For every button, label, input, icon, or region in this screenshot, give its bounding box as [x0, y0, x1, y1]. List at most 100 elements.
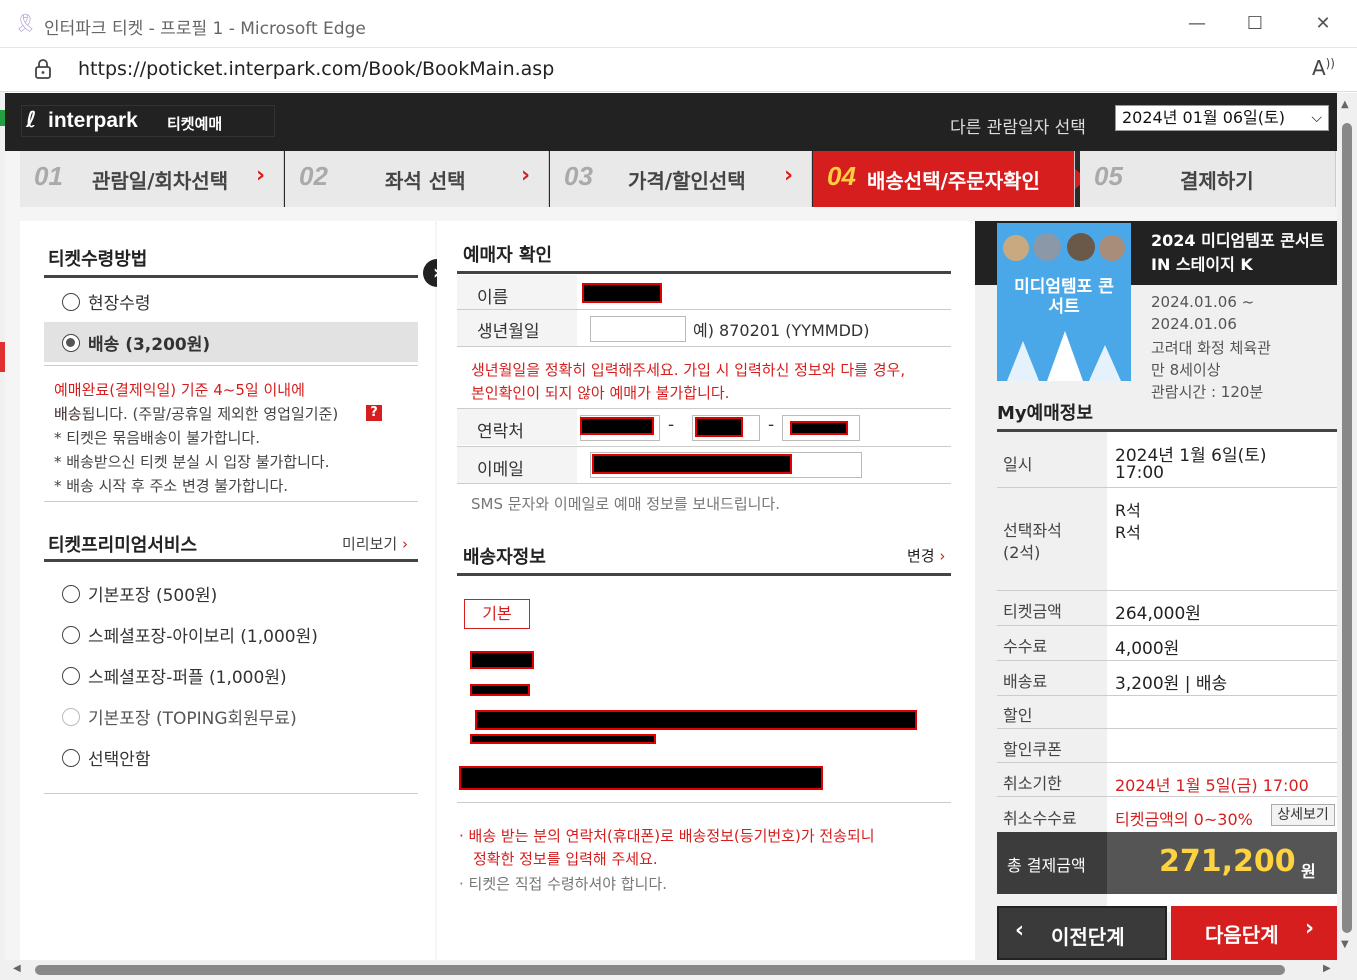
- step-3[interactable]: 03 가격/할인선택 ›: [550, 151, 812, 207]
- seat-value-1: R석: [1115, 501, 1141, 520]
- maximize-button[interactable]: ☐: [1238, 10, 1272, 38]
- ticket-price-value: 264,000원: [1115, 604, 1201, 624]
- scroll-down-icon[interactable]: ▼: [1341, 939, 1349, 950]
- next-step-button[interactable]: 다음단계 ›: [1171, 906, 1337, 960]
- horizontal-scroll-thumb[interactable]: [35, 965, 1285, 975]
- url-text[interactable]: https://poticket.interpark.com/Book/Book…: [78, 58, 554, 80]
- premium-service-title: 티켓프리미엄서비스: [48, 535, 198, 556]
- birth-warning-line2: 본인확인이 되지 않아 예매가 불가합니다.: [471, 384, 730, 402]
- phone-separator: -: [668, 415, 675, 435]
- minimize-button[interactable]: —: [1180, 10, 1214, 38]
- foot-note-line2: 정확한 정보를 입력해 주세요.: [473, 850, 658, 868]
- date-value-2: 17:00: [1115, 463, 1164, 483]
- chevron-down-icon: ⌵: [1311, 110, 1322, 126]
- note-line: * 티켓은 묶음배송이 불가합니다.: [54, 429, 260, 447]
- logo-mark-icon: ℓ: [26, 108, 37, 133]
- close-button[interactable]: ✕: [1306, 10, 1340, 38]
- option-label: 배송 (3,200원): [88, 335, 211, 355]
- help-icon[interactable]: ?: [366, 405, 382, 421]
- step-2[interactable]: 02 좌석 선택 ›: [285, 151, 549, 207]
- poster-tree-art: [1007, 331, 1121, 381]
- seat-label-1: 선택좌석: [1003, 521, 1062, 540]
- radio-ivory-pack[interactable]: [62, 626, 80, 644]
- birth-label: 생년월일: [477, 322, 540, 342]
- vertical-scrollbar[interactable]: ▲ ▼: [1337, 93, 1357, 960]
- premium-option[interactable]: 스페셜포장-퍼플 (1,000원): [44, 657, 418, 693]
- chevron-right-icon: ›: [1305, 916, 1315, 941]
- shipping-fee-value: 3,200원 | 배송: [1115, 674, 1228, 694]
- scroll-up-icon[interactable]: ▲: [1341, 99, 1349, 110]
- change-link[interactable]: 변경 ›: [907, 545, 945, 566]
- receive-option-delivery[interactable]: 배송 (3,200원): [44, 322, 418, 362]
- show-poster: 미디엄템포 콘서트: [997, 223, 1131, 381]
- horizontal-scrollbar[interactable]: ◀ ▶: [5, 960, 1357, 980]
- preview-link[interactable]: 미리보기 ›: [342, 533, 408, 554]
- radio-none[interactable]: [62, 749, 80, 767]
- chevron-right-icon: ›: [256, 163, 266, 188]
- ribbon-icon: 🎗: [14, 13, 37, 34]
- shipping-info-title: 배송자정보: [463, 547, 546, 568]
- radio-toping-pack: [62, 708, 80, 726]
- radio-purple-pack[interactable]: [62, 667, 80, 685]
- cancel-deadline-value: 2024년 1월 5일(금) 17:00: [1115, 776, 1309, 795]
- fee-label: 수수료: [1003, 637, 1048, 656]
- option-label: 스페셜포장-아이보리 (1,000원): [88, 627, 318, 647]
- premium-option-disabled: 기본포장 (TOPING회원무료): [44, 698, 418, 734]
- cancel-deadline-label: 취소기한: [1003, 774, 1062, 793]
- divider: [457, 346, 951, 347]
- phone-1-redacted: [580, 417, 654, 435]
- total-label: 총 결제금액: [1007, 856, 1086, 875]
- step-1[interactable]: 01 관람일/회차선택 ›: [20, 151, 284, 207]
- receive-option-onsite[interactable]: 현장수령: [44, 279, 418, 321]
- option-label: 스페셜포장-퍼플 (1,000원): [88, 668, 287, 688]
- phone-2-redacted: [695, 417, 743, 437]
- radio-basic-pack[interactable]: [62, 585, 80, 603]
- scroll-right-icon[interactable]: ▶: [1323, 963, 1331, 974]
- booking-page: ℓ interpark 티켓예매 다른 관람일자 선택 2024년 01월 06…: [5, 93, 1337, 960]
- show-period-end: 2024.01.06: [1151, 315, 1237, 333]
- interpark-logo[interactable]: ℓ interpark 티켓예매: [21, 105, 275, 137]
- prev-step-button[interactable]: ‹ 이전단계: [997, 906, 1167, 960]
- step-4-active[interactable]: 04 배송선택/주문자확인: [813, 151, 1075, 207]
- chevron-right-icon: ›: [401, 535, 408, 553]
- read-aloud-icon[interactable]: A)): [1312, 56, 1335, 80]
- vertical-scroll-thumb[interactable]: [1342, 123, 1352, 933]
- total-value: 271,200: [1159, 844, 1296, 879]
- date-select[interactable]: 2024년 01월 06일(토) ⌵: [1115, 105, 1329, 131]
- window-title: 인터파크 티켓 - 프로필 1 - Microsoft Edge: [44, 19, 366, 39]
- label-cell: [457, 275, 577, 309]
- premium-option[interactable]: 스페셜포장-아이보리 (1,000원): [44, 616, 418, 652]
- address-bar[interactable]: https://poticket.interpark.com/Book/Book…: [0, 48, 1357, 92]
- cancel-fee-label: 취소수수료: [1003, 809, 1077, 828]
- premium-option[interactable]: 기본포장 (500원): [44, 575, 418, 611]
- scroll-left-icon[interactable]: ◀: [13, 963, 21, 974]
- date-label: 일시: [1003, 455, 1033, 474]
- logo-name: interpark: [48, 109, 138, 132]
- radio-onsite[interactable]: [62, 293, 80, 311]
- phone-3-redacted: [790, 421, 848, 435]
- chevron-left-icon: ‹: [1015, 918, 1025, 943]
- step-number: 05: [1094, 161, 1123, 191]
- email-redacted: [592, 454, 792, 474]
- radio-delivery[interactable]: [62, 334, 80, 352]
- option-label: 기본포장 (500원): [88, 586, 218, 606]
- option-label: 기본포장 (TOPING회원무료): [88, 709, 297, 729]
- seat-value-2: R석: [1115, 523, 1141, 542]
- step-5[interactable]: 05 결제하기: [1080, 151, 1336, 207]
- show-period-start: 2024.01.06 ~: [1151, 293, 1255, 311]
- foot-note-line3: · 티켓은 직접 수령하셔야 합니다.: [459, 875, 668, 893]
- divider: [997, 762, 1337, 763]
- step-label: 좌석 선택: [385, 169, 466, 193]
- section-rule: [457, 271, 951, 274]
- delivery-notice-text: 배송됩니다. (주말/공휴일 제외한 영업일기준): [54, 405, 339, 423]
- birth-input[interactable]: [590, 316, 686, 342]
- total-unit: 원: [1301, 862, 1316, 881]
- divider: [44, 501, 418, 502]
- premium-option[interactable]: 선택안함: [44, 739, 418, 775]
- email-label: 이메일: [477, 460, 524, 480]
- ticket-price-label: 티켓금액: [1003, 602, 1062, 621]
- booker-title: 예매자 확인: [463, 245, 553, 266]
- cancel-fee-detail-button[interactable]: 상세보기: [1271, 804, 1335, 826]
- coupon-label: 할인쿠폰: [1003, 740, 1062, 759]
- default-address-tag[interactable]: 기본: [464, 599, 530, 629]
